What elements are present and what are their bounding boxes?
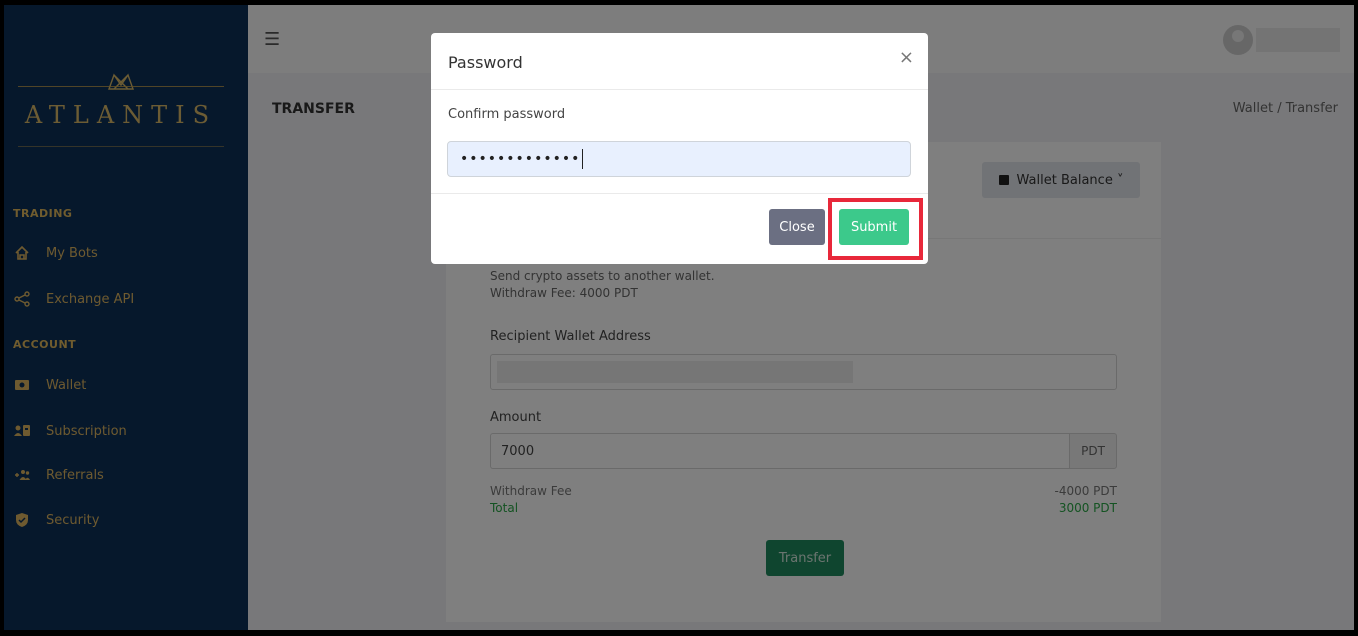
- app-window: ATLANTIS TRADING My Bots Exchange API AC…: [4, 5, 1354, 630]
- modal-divider: [431, 89, 928, 90]
- text-caret: [582, 149, 584, 169]
- close-icon[interactable]: ×: [899, 47, 914, 68]
- close-button[interactable]: Close: [769, 209, 825, 245]
- modal-footer-divider: [431, 193, 928, 194]
- password-mask: •••••••••••••: [460, 151, 581, 167]
- submit-highlight-box: [828, 198, 923, 260]
- confirm-password-input[interactable]: •••••••••••••: [447, 141, 911, 177]
- confirm-password-label: Confirm password: [448, 107, 566, 122]
- modal-title: Password: [448, 53, 523, 72]
